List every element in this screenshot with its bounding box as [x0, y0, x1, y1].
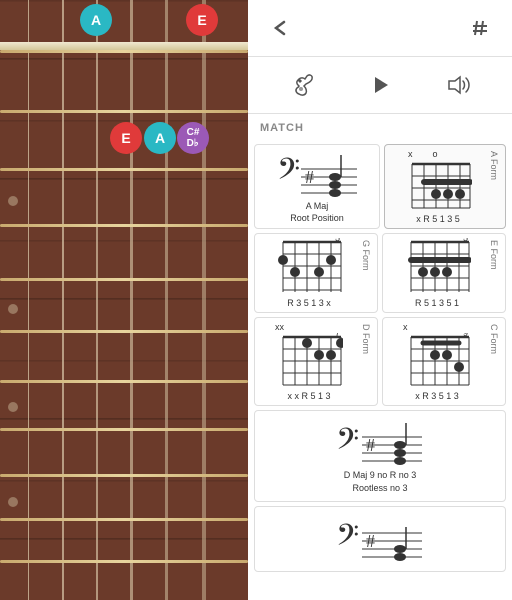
fret-marker-9	[8, 497, 18, 507]
notation-svg-bottom: 𝄢 #	[334, 513, 426, 565]
chords-container: 𝄢 # A MajRoot Position xo	[248, 144, 512, 580]
chord-card-d-form[interactable]: xx 7 x x R 5 1 3 D Form	[254, 317, 378, 406]
top-navigation	[248, 0, 512, 57]
chord-card-a-form[interactable]: xo x R 5 1 3 5	[384, 144, 506, 229]
svg-text:5: 5	[335, 238, 340, 243]
chord-card-d-maj-9[interactable]: 𝄢 # D Maj 9 no R no 3Rootless no 3	[254, 410, 506, 501]
chord-svg-c-form: 9	[403, 333, 471, 391]
hash-button[interactable]	[464, 12, 496, 44]
form-c-form: C Form	[487, 322, 501, 401]
diagram-c-form: x 9 x R 3 5 1 3	[387, 322, 487, 401]
diagram-chord-e-form: 5 R 5 1 3 5 1	[387, 238, 487, 308]
chord-svg-e-form: 5	[403, 238, 471, 298]
svg-text:#: #	[366, 531, 375, 551]
chord-card-root-position[interactable]: 𝄢 # A MajRoot Position	[254, 144, 380, 229]
name-d-form: x x R 5 1 3	[287, 391, 330, 401]
svg-text:𝄢: 𝄢	[277, 153, 300, 193]
svg-text:#: #	[366, 435, 375, 455]
svg-text:5: 5	[463, 238, 468, 243]
diagram-d-form: xx 7 x x R 5 1 3	[259, 322, 359, 401]
guitar-icon-button[interactable]	[285, 67, 321, 103]
chord-diagram-a-form: xo x R 5 1 3 5	[389, 149, 487, 224]
svg-text:𝄢: 𝄢	[336, 519, 359, 559]
name-chord-e-form: R 5 1 3 5 1	[415, 298, 459, 308]
chord-svg-a-form	[404, 160, 472, 214]
chord-e-form[interactable]: 5 R 5 1 3 5 1 E Form	[382, 233, 506, 313]
notation-row: 𝄢 # D Maj 9 no R no 3Rootless no 3 𝄢 #	[254, 410, 506, 571]
match-label: MATCH	[260, 122, 500, 134]
chord-svg-d-form: 7	[275, 333, 343, 391]
chord-row-3: xx 7 x x R 5 1 3 D Form	[254, 317, 506, 406]
chord-g-form[interactable]: 5 R 3 5 1 3 x G Form	[254, 233, 378, 313]
form-d-form: D Form	[359, 322, 373, 401]
note-a-open[interactable]: A	[80, 4, 112, 36]
diagram-chord-g-form: 5 R 3 5 1 3 x	[259, 238, 359, 308]
name-chord-g-form: R 3 5 1 3 x	[287, 298, 331, 308]
note-a-fret[interactable]: A	[144, 122, 176, 154]
form-chord-e-form: E Form	[487, 238, 501, 308]
label-d-maj-9: D Maj 9 no R no 3Rootless no 3	[344, 469, 417, 494]
note-e-open[interactable]: E	[186, 4, 218, 36]
name-c-form: x R 3 5 1 3	[415, 391, 459, 401]
back-button[interactable]	[264, 12, 296, 44]
chord-row-2: 5 R 3 5 1 3 x G Form 5	[254, 233, 506, 313]
svg-text:𝄢: 𝄢	[336, 423, 359, 463]
fret-marker-3	[8, 196, 18, 206]
volume-button[interactable]	[439, 67, 475, 103]
fretboard-panel: A E E A C#D♭	[0, 0, 248, 600]
match-section: MATCH	[248, 114, 512, 144]
controls-row	[248, 57, 512, 114]
play-button[interactable]	[362, 67, 398, 103]
notation-svg-d-maj-9: 𝄢 #	[334, 417, 426, 469]
form-chord-g-form: G Form	[359, 238, 373, 308]
chord-form-label-a-form: A Form	[487, 149, 501, 224]
fret-lines	[0, 0, 248, 600]
guitar-nut	[0, 42, 248, 50]
chord-card-bottom[interactable]: 𝄢 #	[254, 506, 506, 572]
note-csharp-fret[interactable]: C#D♭	[177, 122, 209, 154]
chord-svg-g-form: 5	[275, 238, 343, 298]
svg-text:#: #	[305, 167, 314, 187]
note-e-fret[interactable]: E	[110, 122, 142, 154]
svg-text:7: 7	[335, 333, 340, 338]
fret-marker-7	[8, 402, 18, 412]
notation-svg-root-position: 𝄢 #	[273, 149, 361, 201]
svg-text:9: 9	[463, 333, 468, 338]
notation-label-root-position: A MajRoot Position	[290, 201, 344, 224]
fret-marker-5	[8, 304, 18, 314]
chord-name-a-form: x R 5 1 3 5	[416, 214, 460, 224]
right-panel: MATCH 𝄢 # A MajRoot Position xo	[248, 0, 512, 600]
chord-row-1: 𝄢 # A MajRoot Position xo	[254, 144, 506, 229]
chord-card-c-form[interactable]: x 9 x R 3 5 1 3 C Form	[382, 317, 506, 406]
